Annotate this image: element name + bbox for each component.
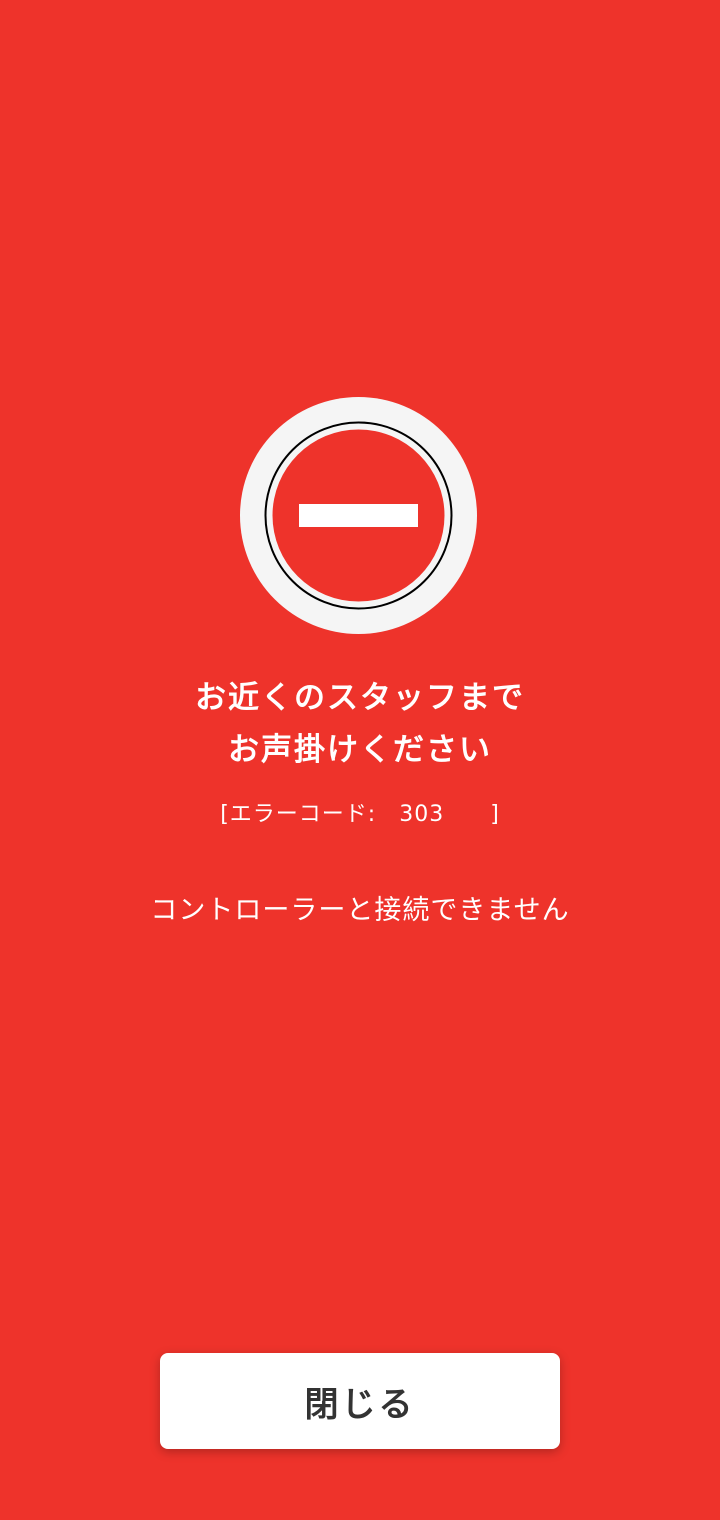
headline: お近くのスタッフまで お声掛けください (0, 672, 720, 776)
no-entry-icon (240, 397, 477, 634)
headline-line-2: お声掛けください (228, 732, 492, 768)
error-screen: お近くのスタッフまで お声掛けください [エラーコード: 303 ] コントロー… (0, 0, 720, 1520)
headline-line-1: お近くのスタッフまで (195, 680, 525, 716)
close-button-label: 閉じる (304, 1384, 416, 1425)
close-button[interactable]: 閉じる (160, 1353, 560, 1449)
error-message: コントローラーと接続できません (150, 895, 570, 926)
error-code: [エラーコード: 303 ] (220, 802, 500, 827)
